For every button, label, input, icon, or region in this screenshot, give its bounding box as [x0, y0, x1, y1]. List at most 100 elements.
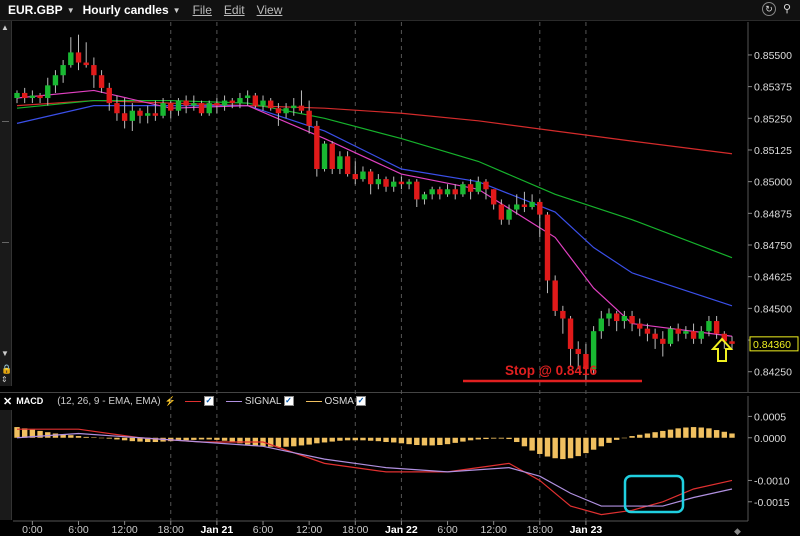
candle-body: [483, 181, 489, 190]
time-tick-label: 6:00: [253, 524, 274, 536]
osma-bar: [437, 437, 443, 446]
osma-bar: [675, 428, 681, 438]
osma-bar: [152, 437, 159, 443]
menu-view[interactable]: View: [257, 3, 283, 17]
osma-bar: [83, 436, 89, 438]
candle-body: [429, 189, 435, 195]
osma-bar: [314, 437, 320, 444]
candle-body: [383, 179, 389, 187]
signal-checkbox[interactable]: ✓: [283, 396, 294, 406]
lock-icon[interactable]: 🔒: [1, 364, 12, 375]
close-icon[interactable]: ✕: [3, 395, 12, 408]
osma-bar: [183, 437, 189, 441]
osma-bar: [652, 432, 658, 438]
expand-icon[interactable]: ⇕: [1, 375, 8, 384]
candle-body: [698, 331, 704, 339]
candle-body: [168, 103, 174, 111]
candle-body: [252, 95, 259, 106]
candle-body: [506, 209, 512, 220]
sync-icon[interactable]: ↻: [762, 2, 776, 16]
symbol-dropdown[interactable]: EUR.GBP ▼: [8, 3, 75, 17]
osma-bar: [506, 437, 512, 440]
time-tick-label: 18:00: [342, 524, 368, 536]
candle-body: [29, 95, 36, 99]
candle-body: [606, 313, 612, 319]
osma-bar: [560, 437, 566, 460]
osma-bar: [45, 432, 51, 438]
macd-line-swatch: [184, 400, 201, 402]
candle-body: [467, 184, 474, 192]
candle-body: [375, 179, 382, 185]
candle-body: [721, 333, 728, 342]
osma-bar: [91, 437, 97, 438]
candle-body: [683, 331, 689, 334]
osma-bar: [706, 428, 712, 438]
osma-bar: [544, 437, 551, 457]
price-scroll-strip[interactable]: ▲ ▼ 🔒 ⇕: [0, 21, 12, 386]
osma-bar: [490, 437, 497, 439]
macd-line-checkbox[interactable]: ✓: [203, 396, 214, 406]
osma-bar: [398, 437, 405, 444]
osma-bar: [414, 437, 420, 446]
osma-checkbox[interactable]: ✓: [355, 396, 366, 406]
candle-body: [175, 100, 182, 111]
candle-body: [160, 103, 166, 116]
candle-body: [268, 100, 274, 109]
osma-bar: [575, 437, 581, 457]
candle-body: [367, 171, 374, 185]
price-tick-label: 0.84250: [754, 367, 792, 379]
osma-bar: [475, 437, 481, 440]
osma-bar: [291, 437, 297, 447]
scroll-tick: [2, 242, 9, 243]
menu-file[interactable]: File: [193, 3, 212, 17]
candle-body: [414, 181, 420, 200]
osma-bar: [252, 437, 259, 446]
osma-bar: [667, 429, 674, 438]
osma-bar: [68, 435, 74, 438]
candle-body: [637, 323, 643, 329]
candle-body: [283, 108, 289, 114]
candle-body: [244, 95, 251, 99]
osma-bar: [367, 437, 374, 441]
osma-bar: [391, 437, 397, 443]
osma-bar: [637, 434, 643, 438]
osma-bar: [129, 437, 136, 442]
osma-bar: [214, 437, 220, 440]
chevron-down-icon: ▼: [66, 5, 75, 15]
price-tick-label: 0.84375: [754, 335, 792, 347]
scroll-down-icon[interactable]: ▼: [1, 349, 9, 358]
time-axis-scroll-icon: ◆: [734, 526, 741, 536]
candle-body: [629, 315, 635, 324]
settings-icon[interactable]: ⚡: [165, 396, 176, 407]
price-tick-label: 0.84750: [754, 240, 792, 252]
candle-body: [598, 318, 604, 332]
candle-body: [75, 52, 82, 63]
time-tick-label: 12:00: [111, 524, 137, 536]
osma-bar: [29, 429, 36, 438]
candle-body: [145, 113, 151, 116]
crossover-highlight-box: [623, 474, 685, 514]
time-tick-label: 0:00: [22, 524, 43, 536]
osma-bar: [60, 434, 66, 438]
signal-line: [16, 432, 733, 507]
candle-body: [45, 85, 51, 99]
timeframe-dropdown[interactable]: Hourly candles ▼: [83, 3, 181, 17]
candle-body: [652, 333, 658, 339]
menu-edit[interactable]: Edit: [224, 3, 245, 17]
price-tick-label: 0.85000: [754, 177, 792, 189]
candle-body: [406, 181, 412, 185]
chevron-down-icon: ▼: [172, 5, 181, 15]
macd-tick-label: -0.0010: [754, 475, 790, 487]
candle-body: [514, 204, 520, 210]
panel-divider[interactable]: [0, 392, 800, 393]
scroll-up-icon[interactable]: ▲: [1, 23, 9, 32]
candle-body: [344, 156, 351, 175]
candle-body: [60, 65, 66, 76]
osma-bar: [452, 437, 458, 443]
price-tick-label: 0.85500: [754, 50, 792, 62]
osma-bar: [206, 437, 212, 440]
osma-bar: [191, 437, 197, 440]
candle-body: [544, 214, 551, 281]
osma-bar: [729, 433, 735, 438]
link-icon[interactable]: ⚲: [780, 2, 794, 16]
